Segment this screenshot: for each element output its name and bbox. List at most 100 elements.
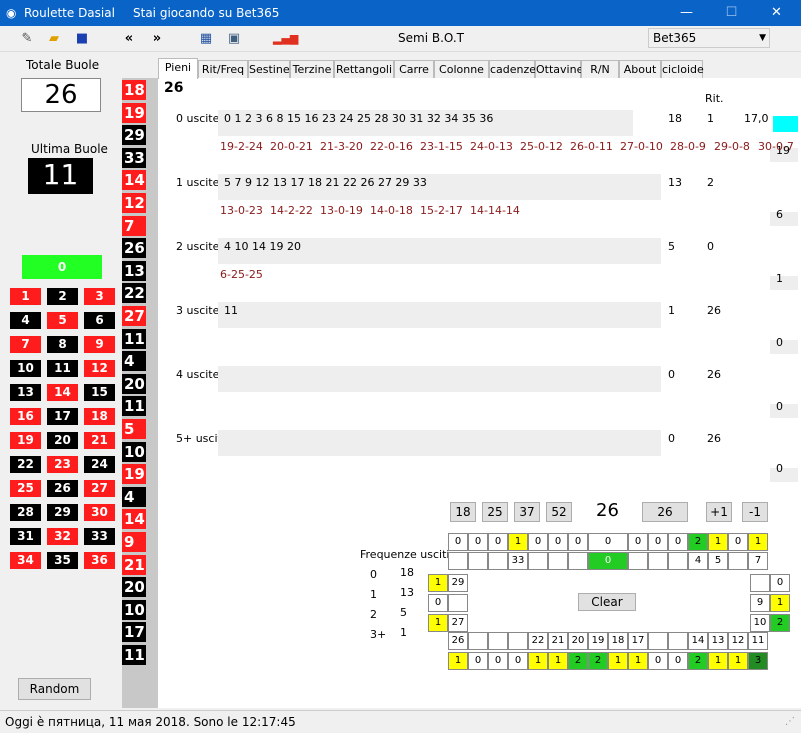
wheel-number-cell[interactable]: 1 xyxy=(628,552,648,570)
roulette-cell-21[interactable]: 21 xyxy=(84,432,115,449)
btn-18[interactable]: 18 xyxy=(450,502,476,522)
roulette-cell-7[interactable]: 7 xyxy=(10,336,41,353)
wheel-number-cell[interactable]: 15 xyxy=(668,632,688,650)
wheel-number-cell[interactable]: 22 xyxy=(528,632,548,650)
wheel-count-cell[interactable]: 0 xyxy=(668,533,688,551)
tab-cadenze[interactable]: cadenze xyxy=(489,60,536,78)
wheel-number-cell[interactable]: 7 xyxy=(748,552,768,570)
wheel-number-cell[interactable]: 0 xyxy=(588,552,628,570)
roulette-cell-28[interactable]: 28 xyxy=(10,504,41,521)
roulette-cell-29[interactable]: 29 xyxy=(47,504,78,521)
tab-terzine[interactable]: Terzine xyxy=(290,60,334,78)
roulette-cell-33[interactable]: 33 xyxy=(84,528,115,545)
wheel-count-cell[interactable]: 1 xyxy=(608,652,628,670)
table-icon[interactable]: ▦ xyxy=(197,30,215,48)
wheel-count-cell[interactable]: 1 xyxy=(770,594,790,612)
wheel-number-cell[interactable]: 34 xyxy=(528,552,548,570)
wheel-count-cell[interactable]: 0 xyxy=(508,652,528,670)
wheel-count-cell[interactable]: 1 xyxy=(428,574,448,592)
wheel-number-cell[interactable]: 11 xyxy=(748,632,768,650)
tab-cicloide[interactable]: cicloide xyxy=(661,60,704,78)
tab-rettangoli[interactable]: Rettangoli xyxy=(334,60,394,78)
save-icon[interactable]: ■ xyxy=(73,30,91,48)
wheel-count-cell[interactable]: 1 xyxy=(548,652,568,670)
prev-icon[interactable]: « xyxy=(120,30,138,48)
tab-colonne[interactable]: Colonne xyxy=(434,60,489,78)
wheel-count-cell[interactable]: 2 xyxy=(568,652,588,670)
tab-pieni[interactable]: Pieni xyxy=(158,58,198,79)
roulette-cell-23[interactable]: 23 xyxy=(47,456,78,473)
wheel-count-cell[interactable]: 0 xyxy=(770,574,790,592)
roulette-cell-20[interactable]: 20 xyxy=(47,432,78,449)
btn-26[interactable]: 26 xyxy=(642,502,688,522)
wheel-number-cell[interactable]: 10 xyxy=(750,614,770,632)
wheel-number-cell[interactable]: 32 xyxy=(488,552,508,570)
wheel-count-cell[interactable]: 0 xyxy=(628,533,648,551)
wheel-number-cell[interactable]: 26 xyxy=(448,632,468,650)
tab-ritfreq[interactable]: Rit/Freq xyxy=(198,60,248,78)
wheel-number-cell[interactable]: 36 xyxy=(568,552,588,570)
open-folder-icon[interactable]: ▰ xyxy=(45,30,63,48)
wheel-number-cell[interactable]: 20 xyxy=(568,632,588,650)
roulette-cell-24[interactable]: 24 xyxy=(84,456,115,473)
wheel-number-cell[interactable]: 30 xyxy=(448,552,468,570)
roulette-cell-1[interactable]: 1 xyxy=(10,288,41,305)
wheel-number-cell[interactable]: 25 xyxy=(468,632,488,650)
wheel-count-cell[interactable]: 2 xyxy=(688,652,708,670)
wheel-count-cell[interactable]: 0 xyxy=(648,533,668,551)
wheel-number-cell[interactable]: 4 xyxy=(688,552,708,570)
wheel-count-cell[interactable]: 2 xyxy=(688,533,708,551)
wheel-count-cell[interactable]: 0 xyxy=(728,533,748,551)
wheel-count-cell[interactable]: 1 xyxy=(708,652,728,670)
next-icon[interactable]: » xyxy=(148,30,166,48)
roulette-cell-12[interactable]: 12 xyxy=(84,360,115,377)
tab-ottavine[interactable]: Ottavine xyxy=(535,60,583,78)
roulette-cell-8[interactable]: 8 xyxy=(47,336,78,353)
roulette-cell-4[interactable]: 4 xyxy=(10,312,41,329)
wheel-number-cell[interactable]: 9 xyxy=(750,594,770,612)
chart-icon[interactable]: ▂▄▆ xyxy=(273,30,298,48)
wheel-number-cell[interactable]: 27 xyxy=(448,614,468,632)
tab-about[interactable]: About xyxy=(619,60,661,78)
wheel-count-cell[interactable]: 1 xyxy=(628,652,648,670)
maximize-button[interactable]: ☐ xyxy=(709,0,754,26)
wheel-count-cell[interactable]: 0 xyxy=(568,533,588,551)
wheel-count-cell[interactable]: 1 xyxy=(748,533,768,551)
wheel-number-cell[interactable]: 31 xyxy=(468,552,488,570)
roulette-cell-11[interactable]: 11 xyxy=(47,360,78,377)
wheel-count-cell[interactable]: 0 xyxy=(428,594,448,612)
wheel-number-cell[interactable]: 2 xyxy=(648,552,668,570)
wheel-count-cell[interactable]: 0 xyxy=(648,652,668,670)
wheel-number-cell[interactable]: 16 xyxy=(648,632,668,650)
roulette-cell-15[interactable]: 15 xyxy=(84,384,115,401)
wheel-number-cell[interactable]: 35 xyxy=(548,552,568,570)
roulette-cell-32[interactable]: 32 xyxy=(47,528,78,545)
wheel-count-cell[interactable]: 0 xyxy=(468,652,488,670)
roulette-cell-3[interactable]: 3 xyxy=(84,288,115,305)
wheel-count-cell[interactable]: 2 xyxy=(588,652,608,670)
book-icon[interactable]: ▣ xyxy=(225,30,243,48)
wheel-count-cell[interactable]: 0 xyxy=(668,652,688,670)
wheel-count-cell[interactable]: 1 xyxy=(728,652,748,670)
clear-button[interactable]: Clear xyxy=(578,593,636,611)
wheel-count-cell[interactable]: 1 xyxy=(448,652,468,670)
roulette-cell-26[interactable]: 26 xyxy=(47,480,78,497)
roulette-cell-6[interactable]: 6 xyxy=(84,312,115,329)
tab-carre[interactable]: Carre xyxy=(394,60,434,78)
roulette-cell-2[interactable]: 2 xyxy=(47,288,78,305)
roulette-cell-25[interactable]: 25 xyxy=(10,480,41,497)
wheel-number-cell[interactable]: 21 xyxy=(548,632,568,650)
roulette-cell-13[interactable]: 13 xyxy=(10,384,41,401)
roulette-cell-36[interactable]: 36 xyxy=(84,552,115,569)
roulette-cell-5[interactable]: 5 xyxy=(47,312,78,329)
wheel-count-cell[interactable]: 0 xyxy=(468,533,488,551)
wheel-count-cell[interactable]: 1 xyxy=(708,533,728,551)
wheel-number-cell[interactable]: 24 xyxy=(488,632,508,650)
wheel-number-cell[interactable]: 23 xyxy=(508,632,528,650)
wheel-number-cell[interactable]: 13 xyxy=(708,632,728,650)
roulette-cell-18[interactable]: 18 xyxy=(84,408,115,425)
wheel-count-cell[interactable]: 1 xyxy=(508,533,528,551)
bookmaker-select[interactable]: Bet365 ▼ xyxy=(648,28,770,48)
wheel-number-cell[interactable]: 3 xyxy=(668,552,688,570)
wheel-count-cell[interactable]: 0 xyxy=(548,533,568,551)
